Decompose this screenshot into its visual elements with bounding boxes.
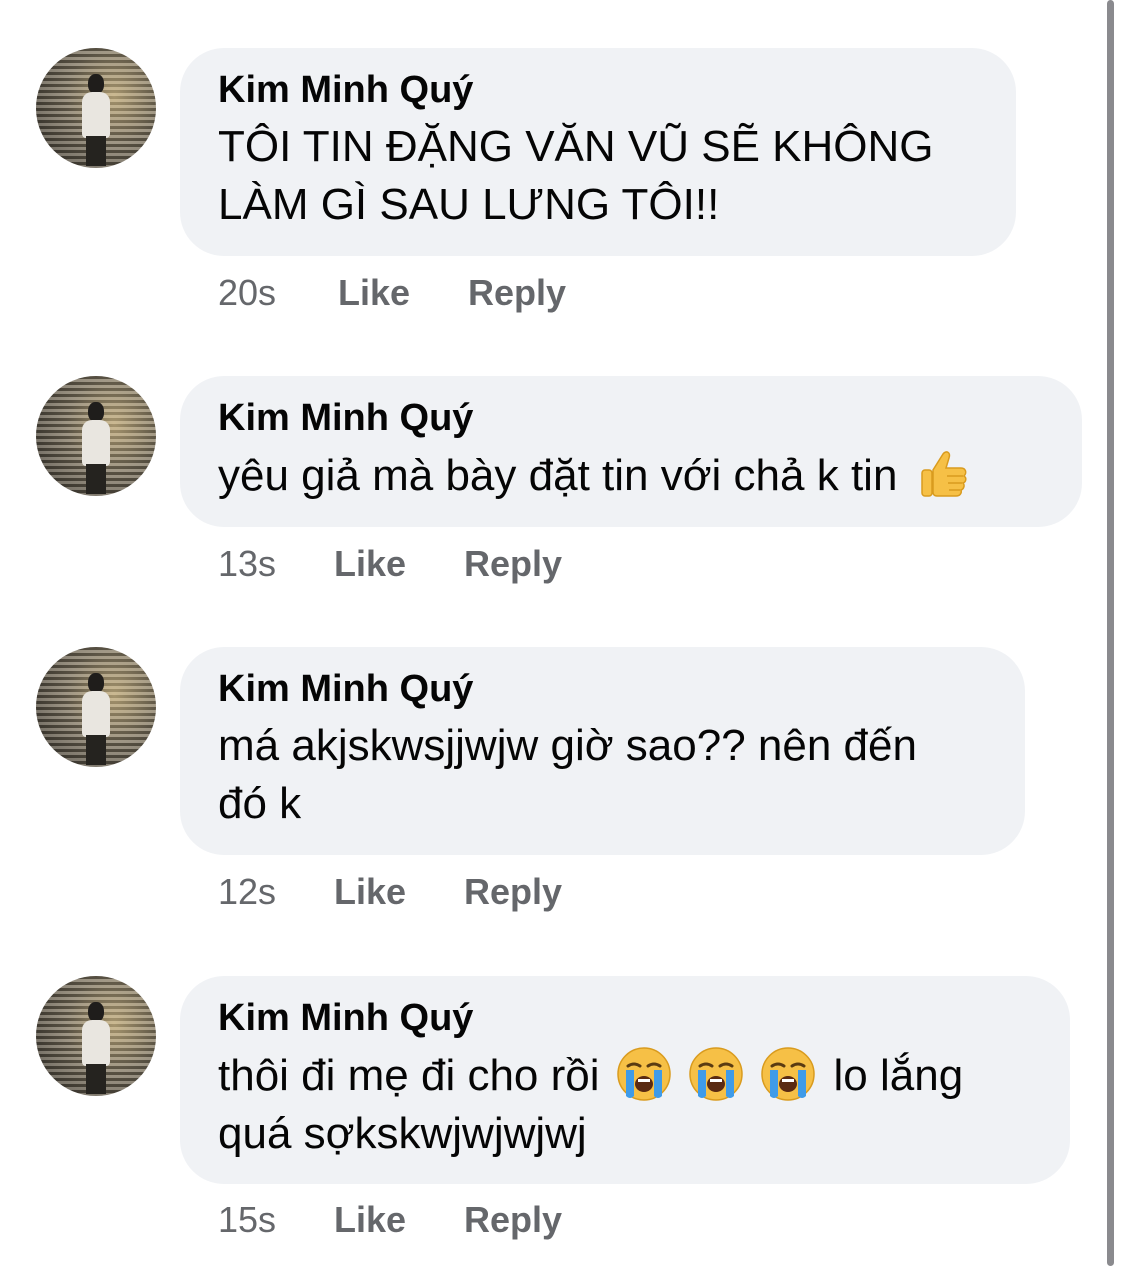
comment-timestamp: 12s: [218, 871, 277, 912]
comment-author[interactable]: Kim Minh Quý: [218, 68, 978, 112]
comment-text-content: yêu giả mà bày đặt tin với chả k tin: [218, 451, 898, 500]
reply-button[interactable]: Reply: [468, 271, 566, 315]
comment-text-content: lo lắng: [833, 1051, 964, 1100]
comment-bubble: Kim Minh Quý thôi đi mẹ đi cho rồi lo lắ…: [180, 976, 1070, 1184]
comment-bubble: Kim Minh Quý má akjskwsjjwjw giờ sao?? n…: [180, 647, 1025, 855]
comment-timestamp: 20s: [218, 272, 277, 313]
comment-text-line: má akjskwsjjwjw giờ sao?? nên đến: [218, 721, 917, 770]
like-button[interactable]: Like: [334, 870, 464, 914]
comment-text: TÔI TIN ĐẶNG VĂN VŨ SẼ KHÔNG LÀM GÌ SAU …: [218, 122, 934, 229]
comment-actions: 13s Like Reply: [218, 542, 562, 586]
comment-bubble: Kim Minh Quý TÔI TIN ĐẶNG VĂN VŨ SẼ KHÔN…: [180, 48, 1016, 256]
scrollbar[interactable]: [1107, 0, 1114, 1266]
comment-author[interactable]: Kim Minh Quý: [218, 667, 987, 711]
thumbs-up-emoji-icon: [921, 451, 967, 497]
avatar[interactable]: [36, 647, 156, 767]
loudly-crying-face-icon: [760, 1047, 815, 1101]
comment-text-content: thôi đi mẹ đi cho rồi: [218, 1051, 600, 1100]
like-button[interactable]: Like: [338, 271, 468, 315]
comment-timestamp: 13s: [218, 543, 277, 584]
like-button[interactable]: Like: [334, 1198, 464, 1242]
comment-actions: 15s Like Reply: [218, 1198, 562, 1242]
reply-button[interactable]: Reply: [464, 1198, 562, 1242]
reply-button[interactable]: Reply: [464, 870, 562, 914]
comment-text-line: quá sợkskwjwjwjwj: [218, 1109, 587, 1158]
comment-text-line: đó k: [218, 779, 302, 828]
comment-text: thôi đi mẹ đi cho rồi lo lắng quá sợkskw…: [218, 1046, 1032, 1163]
comment-timestamp: 15s: [218, 1199, 277, 1240]
avatar[interactable]: [36, 48, 156, 168]
comment-text: yêu giả mà bày đặt tin với chả k tin: [218, 446, 1044, 505]
comment-author[interactable]: Kim Minh Quý: [218, 996, 1032, 1040]
avatar[interactable]: [36, 376, 156, 496]
comment-actions: 12s Like Reply: [218, 870, 562, 914]
comment-text: má akjskwsjjwjw giờ sao?? nên đến đó k: [218, 717, 987, 833]
loudly-crying-face-icon: [616, 1047, 671, 1101]
reply-button[interactable]: Reply: [464, 542, 562, 586]
loudly-crying-face-icon: [688, 1047, 743, 1101]
comment-actions: 20s Like Reply: [218, 271, 566, 315]
like-button[interactable]: Like: [334, 542, 464, 586]
avatar[interactable]: [36, 976, 156, 1096]
comment-author[interactable]: Kim Minh Quý: [218, 396, 1044, 440]
comment-bubble: Kim Minh Quý yêu giả mà bày đặt tin với …: [180, 376, 1082, 527]
